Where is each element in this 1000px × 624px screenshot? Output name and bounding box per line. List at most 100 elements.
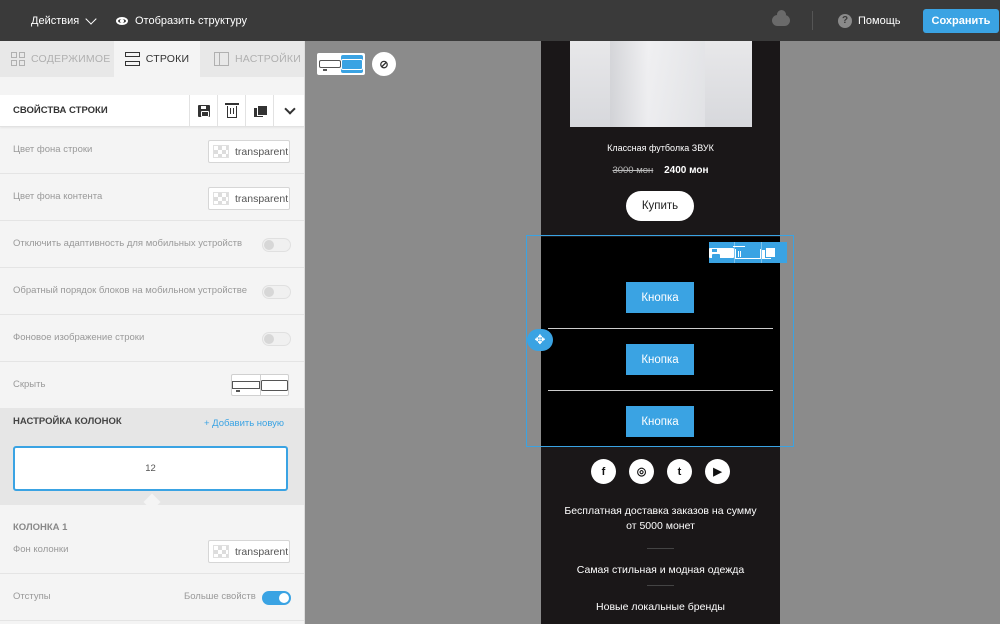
floppy-icon <box>709 247 735 260</box>
help-label: Помощь <box>858 14 901 27</box>
duplicate-row-button[interactable] <box>245 95 273 127</box>
column-width-value: 12 <box>145 463 156 474</box>
hide-desktop-button[interactable] <box>232 375 260 395</box>
bg-image-toggle[interactable] <box>262 332 291 346</box>
properties-panel: СОДЕРЖИМОЕ СТРОКИ НАСТРОЙКИ СВОЙСТВА СТР… <box>0 41 305 624</box>
top-bar: Действия Отобразить структуру ? Помощь С… <box>0 0 1000 41</box>
row-bg-color-picker[interactable]: transparent <box>208 140 290 163</box>
footer-divider <box>647 548 674 549</box>
new-price: 2400 мон <box>664 165 709 176</box>
hide-mobile-button[interactable] <box>259 375 288 395</box>
disable-responsive-row: Отключить адаптивность для мобильных уст… <box>0 221 304 268</box>
panel-tabs: СОДЕРЖИМОЕ СТРОКИ НАСТРОЙКИ <box>0 41 304 77</box>
column-notch <box>143 493 161 511</box>
eye-slash-icon: ⊘ <box>379 58 389 71</box>
more-properties-toggle[interactable] <box>262 591 291 605</box>
mobile-view-button[interactable] <box>341 55 363 73</box>
add-column-button[interactable]: + Добавить новую <box>204 418 284 429</box>
tab-settings-label: НАСТРОЙКИ <box>235 53 301 65</box>
selected-row-outline <box>526 235 794 447</box>
rows-icon <box>124 52 140 66</box>
chevron-down-icon <box>283 103 296 115</box>
eye-icon <box>116 16 128 25</box>
row-properties-title: СВОЙСТВА СТРОКИ <box>13 105 108 116</box>
content-bg-color-picker[interactable]: transparent <box>208 187 290 210</box>
phone-icon <box>341 58 363 70</box>
tab-content[interactable]: СОДЕРЖИМОЕ <box>11 41 110 77</box>
reverse-order-label: Обратный порядок блоков на мобильном уст… <box>13 285 247 296</box>
content-bg-color-label: Цвет фона контента <box>13 191 103 202</box>
hide-row: Скрыть <box>0 362 304 409</box>
footer-text-style: Самая стильная и модная одежда <box>576 564 745 576</box>
row-bg-color-label: Цвет фона строки <box>13 144 93 155</box>
footer-text-delivery: Бесплатная доставка заказов на сумму от … <box>564 505 757 532</box>
show-structure-button[interactable]: Отобразить структуру <box>116 0 247 41</box>
product-price: 3000 мон 2400 мон <box>541 165 780 176</box>
save-row-button[interactable] <box>189 95 217 127</box>
instagram-icon[interactable]: ◎ <box>629 459 654 484</box>
row-bg-color-row: Цвет фона строки transparent <box>0 127 304 174</box>
delete-row-button[interactable] <box>217 95 245 127</box>
bg-image-label: Фоновое изображение строки <box>13 332 145 343</box>
copy-icon <box>253 105 268 117</box>
editor-canvas: ⊘ Классная футболка ЗВУК 3000 мон 2400 м… <box>305 41 1000 624</box>
content-bg-color-row: Цвет фона контента transparent <box>0 174 304 221</box>
buy-button[interactable]: Купить <box>626 191 694 221</box>
reverse-order-toggle[interactable] <box>262 285 291 299</box>
move-handle[interactable]: ✥ <box>527 329 553 351</box>
column-bg-label: Фон колонки <box>13 544 69 555</box>
trash-icon <box>733 245 761 259</box>
preview-button[interactable]: ⊘ <box>372 52 396 76</box>
social-icons: f ◎ t ▶ <box>591 459 730 484</box>
floppy-icon <box>197 105 210 117</box>
view-mode-toggle <box>317 53 365 75</box>
column-bg-row: Фон колонки transparent <box>0 527 304 574</box>
settings-icon <box>214 52 229 66</box>
content-bg-color-value: transparent <box>235 192 289 205</box>
row-properties-header: СВОЙСТВА СТРОКИ <box>0 95 304 127</box>
more-properties-label: Больше свойств <box>184 591 256 602</box>
save-button[interactable]: Сохранить <box>923 9 999 33</box>
move-icon: ✥ <box>534 332 546 347</box>
grid-icon <box>11 52 25 66</box>
tab-content-label: СОДЕРЖИМОЕ <box>31 53 111 65</box>
selected-row-toolbar <box>709 242 787 263</box>
product-name: Классная футболка ЗВУК <box>607 143 714 153</box>
facebook-icon[interactable]: f <box>591 459 616 484</box>
twitter-icon[interactable]: t <box>667 459 692 484</box>
disable-responsive-label: Отключить адаптивность для мобильных уст… <box>13 238 242 249</box>
column-settings-title: НАСТРОЙКА КОЛОНОК <box>13 416 122 427</box>
collapse-button[interactable] <box>273 95 304 127</box>
help-button[interactable]: ? Помощь <box>838 0 901 41</box>
column-width-box[interactable]: 12 <box>13 446 288 491</box>
row-bg-color-value: transparent <box>235 145 289 158</box>
save-block-button[interactable] <box>709 242 735 263</box>
hide-device-selector <box>231 374 289 396</box>
transparent-icon <box>213 545 229 558</box>
cloud-upload-button[interactable] <box>772 0 790 41</box>
column-bg-color-picker[interactable]: transparent <box>208 540 290 563</box>
footer-divider <box>647 585 674 586</box>
reverse-order-row: Обратный порядок блоков на мобильном уст… <box>0 268 304 315</box>
product-image[interactable] <box>570 41 752 127</box>
tab-rows-label: СТРОКИ <box>145 53 190 65</box>
phone-icon <box>260 379 288 391</box>
column-bg-value: transparent <box>235 545 289 558</box>
tab-settings[interactable]: НАСТРОЙКИ <box>214 41 301 77</box>
actions-menu[interactable]: Действия <box>31 0 97 41</box>
actions-label: Действия <box>31 14 80 27</box>
youtube-icon[interactable]: ▶ <box>705 459 730 484</box>
padding-label: Отступы <box>13 591 51 602</box>
help-icon: ? <box>838 13 852 28</box>
footer-text-brands: Новые локальные бренды <box>596 601 725 613</box>
duplicate-block-button[interactable] <box>760 242 787 263</box>
show-structure-label: Отобразить структуру <box>135 14 248 27</box>
monitor-icon <box>319 60 341 71</box>
delete-block-button[interactable] <box>733 242 761 263</box>
monitor-icon <box>232 381 260 392</box>
desktop-view-button[interactable] <box>319 55 341 73</box>
old-price: 3000 мон <box>612 165 654 176</box>
tab-rows[interactable]: СТРОКИ <box>114 41 200 77</box>
trash-icon <box>224 103 239 118</box>
disable-responsive-toggle[interactable] <box>262 238 291 252</box>
